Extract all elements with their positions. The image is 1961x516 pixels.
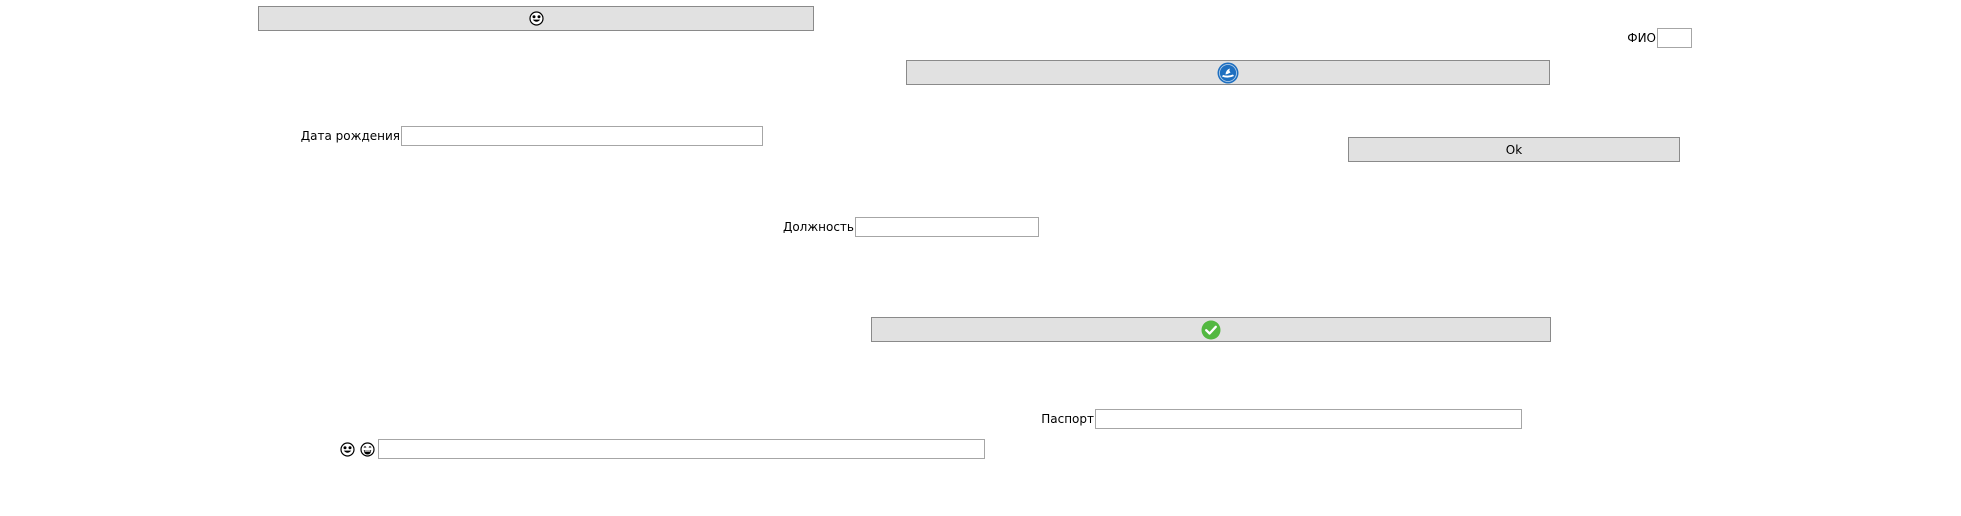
position-label: Должность [782, 220, 854, 234]
passport-label: Паспорт [1041, 412, 1094, 426]
smiley-face-icon [340, 442, 355, 457]
app-window: ФИО Дата рождения Ok Должность Паспорт [0, 0, 1961, 516]
confirm-button[interactable] [871, 317, 1551, 342]
passport-field[interactable] [1095, 409, 1522, 429]
blue-dolphin-icon [1217, 62, 1239, 84]
bottom-text-field[interactable] [378, 439, 985, 459]
position-field[interactable] [855, 217, 1039, 237]
ok-button[interactable]: Ok [1348, 137, 1680, 162]
birthdate-field[interactable] [401, 126, 763, 146]
fio-label: ФИО [1627, 31, 1656, 45]
smiley-face-icon [528, 11, 544, 26]
smiley-button[interactable] [258, 6, 814, 31]
fio-field[interactable] [1657, 28, 1692, 48]
ok-button-label: Ok [1505, 142, 1523, 157]
dolphin-button[interactable] [906, 60, 1550, 85]
birthdate-label: Дата рождения [300, 129, 400, 143]
grinning-face-icon [360, 442, 375, 457]
green-check-circle-icon [1201, 320, 1221, 340]
